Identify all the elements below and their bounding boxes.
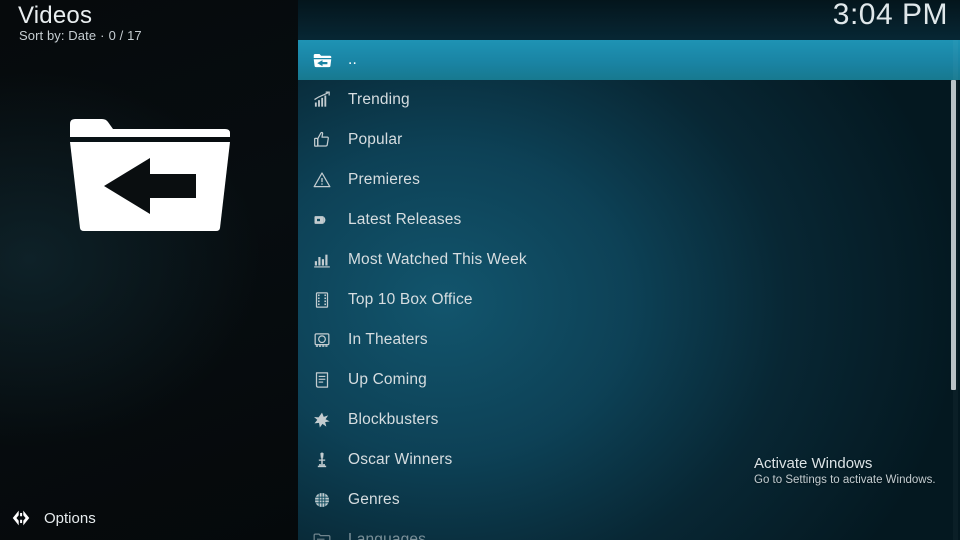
list-item[interactable]: Most Watched This Week <box>298 240 960 280</box>
list-item[interactable]: Premieres <box>298 160 960 200</box>
list-item[interactable]: .. <box>298 40 960 80</box>
options-button[interactable]: Options <box>0 496 298 540</box>
projector-icon <box>310 328 334 352</box>
film-strip-icon <box>310 288 334 312</box>
item-count: 0 / 17 <box>108 28 142 43</box>
clock: 3:04 PM <box>832 0 948 31</box>
list-item-label: Up Coming <box>348 371 427 388</box>
list-item[interactable]: Up Coming <box>298 360 960 400</box>
parent-folder-icon <box>310 48 334 72</box>
list-item[interactable]: In Theaters <box>298 320 960 360</box>
list-item-label: Languages <box>348 531 427 540</box>
page-title: Videos <box>18 2 93 29</box>
new-release-badge-icon <box>310 208 334 232</box>
list-item-label: Latest Releases <box>348 211 462 228</box>
list-item[interactable]: Popular <box>298 120 960 160</box>
separator-dot: · <box>100 28 105 43</box>
list-item[interactable]: Top 10 Box Office <box>298 280 960 320</box>
bar-chart-icon <box>310 248 334 272</box>
left-right-arrows-icon <box>12 510 30 526</box>
list-item-label: Genres <box>348 491 400 508</box>
folder-list-icon <box>310 528 334 540</box>
list-item-label: Most Watched This Week <box>348 251 527 268</box>
watermark-subtitle: Go to Settings to activate Windows. <box>754 474 936 487</box>
list-item-label: Oscar Winners <box>348 451 453 468</box>
list-item[interactable]: Trending <box>298 80 960 120</box>
scrollbar-track[interactable] <box>951 40 958 540</box>
info-panel: Videos Sort by: Date · 0 / 17 Options <box>0 0 298 540</box>
activate-windows-watermark: Activate Windows Go to Settings to activ… <box>754 455 936 488</box>
calendar-list-icon <box>310 368 334 392</box>
list-item-label: Blockbusters <box>348 411 439 428</box>
list-item-label: In Theaters <box>348 331 428 348</box>
list-item[interactable]: Latest Releases <box>298 200 960 240</box>
warning-triangle-icon <box>310 168 334 192</box>
trophy-statue-icon <box>310 448 334 472</box>
watermark-title: Activate Windows <box>754 455 873 472</box>
globe-grid-icon <box>310 488 334 512</box>
list-item-label: Premieres <box>348 171 420 188</box>
thumbs-up-icon <box>310 128 334 152</box>
kodi-videos-screen: Videos Sort by: Date · 0 / 17 Options .. Tr… <box>0 0 960 540</box>
list-item[interactable]: Languages <box>298 520 960 540</box>
list-item[interactable]: Blockbusters <box>298 400 960 440</box>
sort-and-count-label: Sort by: Date · 0 / 17 <box>19 28 142 43</box>
scrollbar-thumb[interactable] <box>951 80 956 390</box>
options-label: Options <box>44 509 96 527</box>
list-item-label: Top 10 Box Office <box>348 291 473 308</box>
list-item-label: .. <box>348 51 357 68</box>
explosion-icon <box>310 408 334 432</box>
sort-label: Sort by: Date <box>19 28 97 43</box>
trending-chart-icon <box>310 88 334 112</box>
list-item-label: Trending <box>348 91 410 108</box>
parent-folder-arrow-icon <box>70 119 230 231</box>
list-item-label: Popular <box>348 131 403 148</box>
